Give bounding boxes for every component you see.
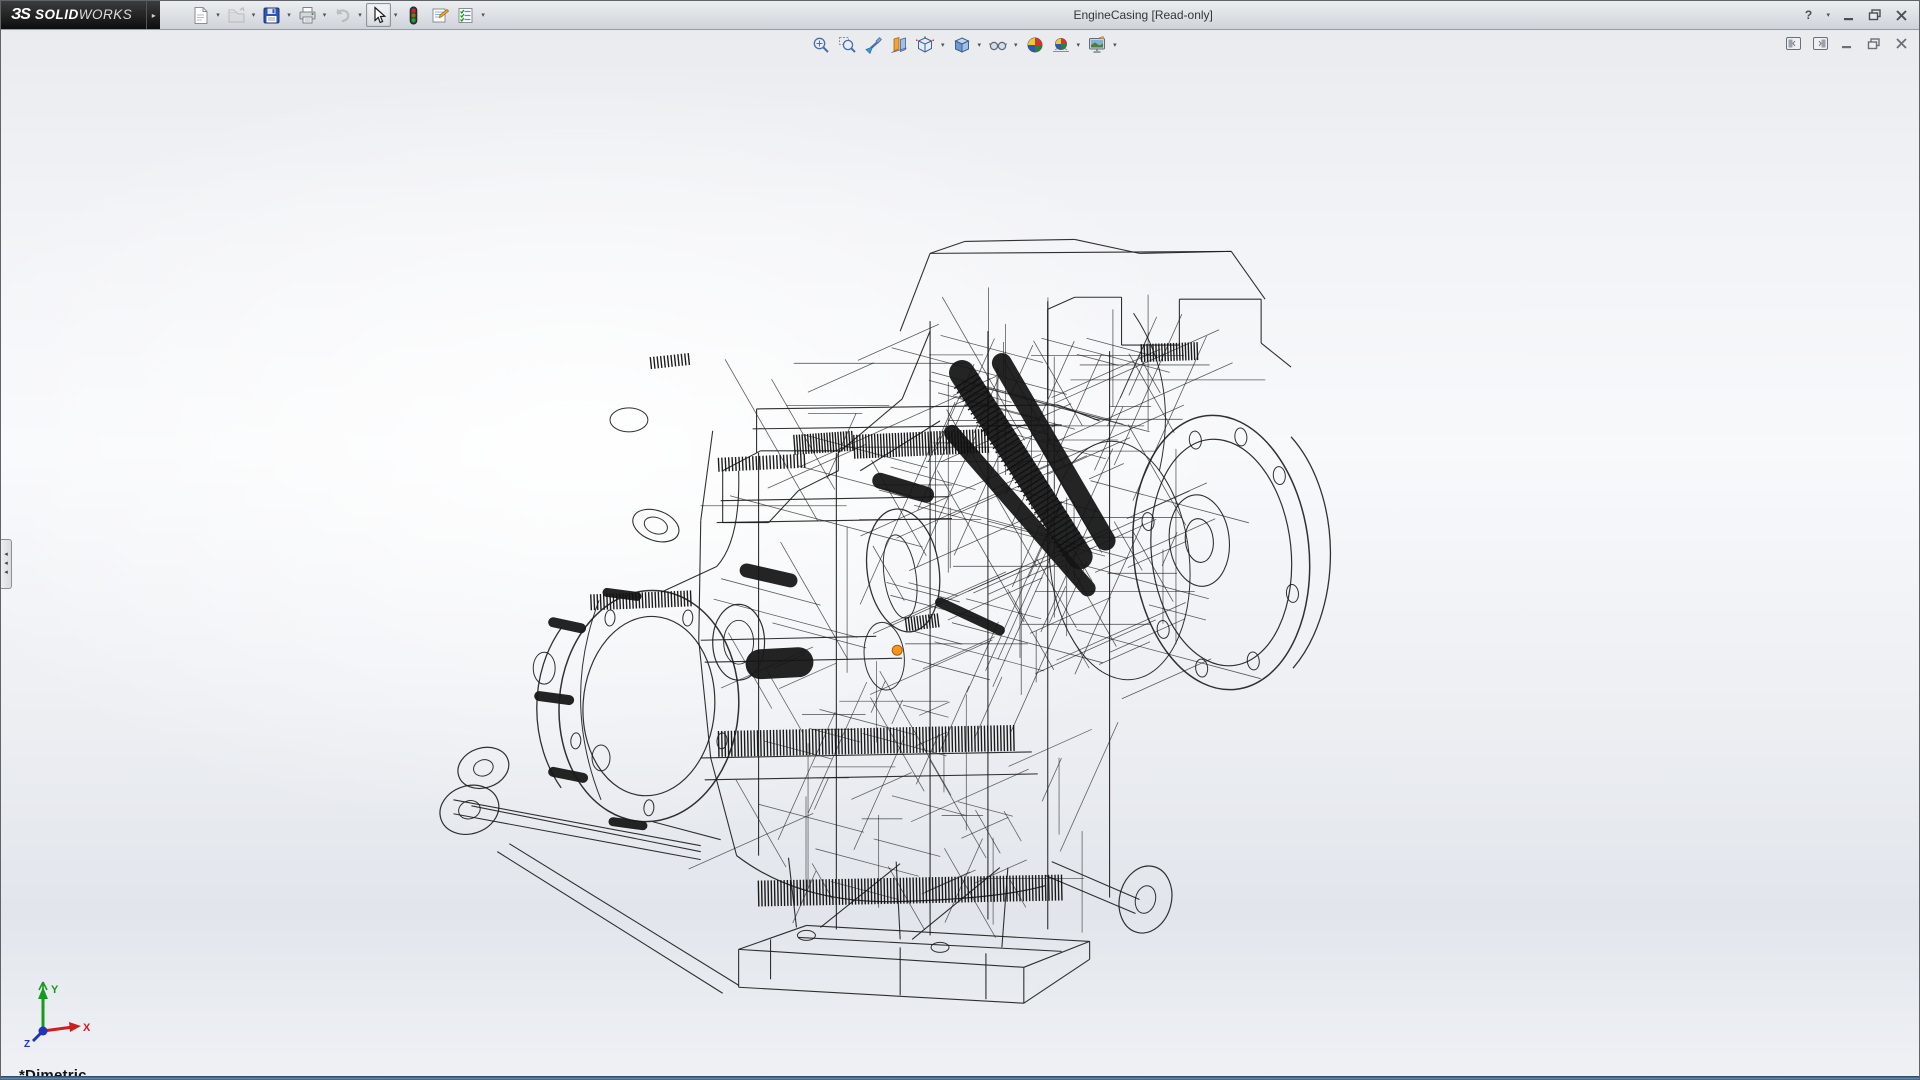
- print-button[interactable]: [295, 3, 320, 27]
- logo-text-works: WORKS: [79, 7, 133, 22]
- doc-close-button[interactable]: [1891, 35, 1911, 52]
- help-button[interactable]: ?: [1798, 6, 1818, 24]
- close-button[interactable]: [1891, 6, 1911, 24]
- graphics-area[interactable]: ▾▾▾▾▾ ◂ ◂ ◂ Y X Z *Dimetric: [1, 31, 1919, 1079]
- edit-appearance-button[interactable]: [1023, 34, 1047, 56]
- view-orientation-button[interactable]: [913, 34, 937, 56]
- pane-right-icon: [1813, 37, 1828, 50]
- close-icon: [1895, 10, 1908, 21]
- zoom-to-fit-button[interactable]: [809, 34, 833, 56]
- select-tool-icon: [369, 6, 388, 25]
- options-icon: [456, 6, 475, 25]
- pane-left-button[interactable]: [1783, 35, 1803, 52]
- undo-button: [330, 3, 355, 27]
- logo-text-solid: SOLID: [35, 7, 79, 22]
- solidworks-logo[interactable]: ЗS SOLIDWORKS: [1, 1, 146, 29]
- undo-dropdown-arrow[interactable]: ▾: [356, 11, 365, 19]
- zoom-to-area-button[interactable]: [835, 34, 859, 56]
- open-document-button: [224, 3, 249, 27]
- print-dropdown-arrow[interactable]: ▾: [321, 11, 330, 19]
- section-view-icon: [890, 36, 908, 54]
- options-dropdown-arrow[interactable]: ▾: [479, 11, 488, 19]
- quick-access-toolbar: ▾ ▾ ▾ ▾ ▾ ▾ ▾: [188, 1, 488, 29]
- rebuild-button[interactable]: [401, 3, 426, 27]
- apply-scene-button[interactable]: [1049, 34, 1073, 56]
- undo-icon: [333, 6, 352, 25]
- new-document-button[interactable]: [188, 3, 213, 27]
- chevron-left-icon: ◂: [4, 570, 8, 576]
- svg-text:Y: Y: [51, 984, 59, 996]
- model-wireframe-enginecasing[interactable]: [1, 31, 1919, 1079]
- doc-restore-button[interactable]: [1864, 35, 1884, 52]
- window-controls: ?▾: [1798, 1, 1919, 29]
- view-settings-icon: [1088, 36, 1106, 54]
- zoom-to-area-icon: [838, 36, 856, 54]
- document-title: EngineCasing [Read-only]: [488, 8, 1799, 22]
- chevron-left-icon: ◂: [4, 552, 8, 558]
- window-bottom-border: [1, 1076, 1919, 1079]
- file-properties-icon: [430, 6, 449, 25]
- hide-show-items-icon: [989, 36, 1007, 54]
- hide-show-items-dropdown-arrow[interactable]: ▾: [1012, 41, 1021, 49]
- save-icon: [262, 6, 281, 25]
- view-settings-dropdown-arrow[interactable]: ▾: [1111, 41, 1120, 49]
- file-properties-button[interactable]: [427, 3, 452, 27]
- edit-appearance-icon: [1026, 36, 1044, 54]
- options-button[interactable]: [453, 3, 478, 27]
- display-style-dropdown-arrow[interactable]: ▾: [976, 41, 985, 49]
- doc-close-icon: [1895, 38, 1908, 49]
- menu-flyout-arrow[interactable]: ▸: [146, 1, 160, 29]
- apply-scene-icon: [1052, 36, 1070, 54]
- pane-left-icon: [1786, 37, 1801, 50]
- svg-text:Z: Z: [24, 1039, 30, 1050]
- featuremanager-collapsed-tab[interactable]: ◂ ◂ ◂: [1, 539, 12, 589]
- open-document-icon: [227, 6, 246, 25]
- help-dropdown-arrow[interactable]: ▾: [1824, 11, 1833, 19]
- new-document-dropdown-arrow[interactable]: ▾: [214, 11, 223, 19]
- doc-minimize-button[interactable]: [1837, 35, 1857, 52]
- open-document-dropdown-arrow[interactable]: ▾: [250, 11, 259, 19]
- display-style-icon: [953, 36, 971, 54]
- previous-view-button[interactable]: [861, 34, 885, 56]
- select-tool-dropdown-arrow[interactable]: ▾: [392, 11, 401, 19]
- print-icon: [298, 6, 317, 25]
- previous-view-icon: [864, 36, 882, 54]
- zoom-to-fit-icon: [812, 36, 830, 54]
- solidworks-window: ЗS SOLIDWORKS ▸ ▾ ▾ ▾ ▾ ▾ ▾ ▾ EngineCasing [Re…: [0, 0, 1920, 1080]
- save-dropdown-arrow[interactable]: ▾: [285, 11, 294, 19]
- display-style-button[interactable]: [950, 34, 974, 56]
- view-orientation-icon: [916, 36, 934, 54]
- doc-minimize-icon: [1841, 38, 1854, 49]
- rebuild-icon: [404, 6, 423, 25]
- select-tool-button[interactable]: [366, 3, 391, 27]
- doc-restore-icon: [1867, 38, 1881, 50]
- restore-icon: [1868, 9, 1882, 21]
- orientation-triad: Y X Z: [21, 981, 91, 1053]
- save-button[interactable]: [259, 3, 284, 27]
- dassault-logo-icon: ЗS: [11, 6, 30, 24]
- hide-show-items-button[interactable]: [986, 34, 1010, 56]
- chevron-left-icon: ◂: [4, 561, 8, 567]
- title-bar: ЗS SOLIDWORKS ▸ ▾ ▾ ▾ ▾ ▾ ▾ ▾ EngineCasing [Re…: [1, 1, 1919, 30]
- view-settings-button[interactable]: [1085, 34, 1109, 56]
- headsup-view-toolbar: ▾ ▾ ▾ ▾ ▾: [809, 34, 1120, 56]
- document-window-controls: [1783, 35, 1911, 52]
- pane-right-button[interactable]: [1810, 35, 1830, 52]
- view-orientation-dropdown-arrow[interactable]: ▾: [939, 41, 948, 49]
- section-view-button[interactable]: [887, 34, 911, 56]
- restore-button[interactable]: [1865, 6, 1885, 24]
- svg-text:X: X: [83, 1022, 91, 1034]
- minimize-button[interactable]: [1839, 6, 1859, 24]
- new-document-icon: [191, 6, 210, 25]
- minimize-icon: [1843, 10, 1856, 21]
- apply-scene-dropdown-arrow[interactable]: ▾: [1075, 41, 1084, 49]
